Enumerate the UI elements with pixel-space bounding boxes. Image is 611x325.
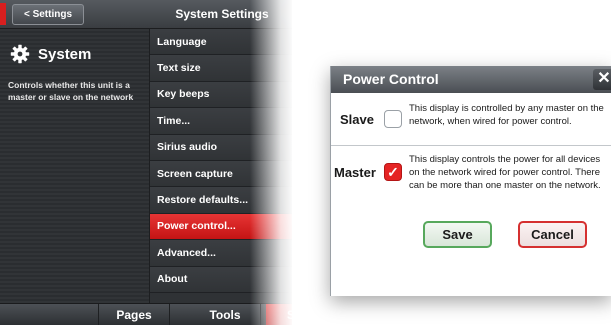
check-icon: ✓ bbox=[387, 164, 399, 180]
master-desc-line-2: on the network wired for power control. … bbox=[409, 167, 600, 178]
menu-item-about[interactable]: About bbox=[150, 266, 292, 293]
slave-desc-line-1: This display is controlled by any master… bbox=[409, 103, 604, 114]
tab-tools[interactable]: Tools bbox=[190, 304, 261, 325]
master-checkbox[interactable]: ✓ bbox=[384, 163, 402, 181]
page-title: System Settings bbox=[175, 7, 269, 21]
system-settings-screen: < Settings System Settings System Contro… bbox=[0, 0, 292, 325]
menu-item-restore-defaults[interactable]: Restore defaults... bbox=[150, 187, 292, 214]
menu-item-key-beeps[interactable]: Key beeps bbox=[150, 81, 292, 109]
side-description: Controls whether this unit is a master o… bbox=[8, 80, 134, 102]
menu-item-advanced[interactable]: Advanced... bbox=[150, 240, 292, 267]
divider bbox=[331, 145, 611, 146]
power-control-dialog: Power Control ✕ Slave This display is co… bbox=[330, 66, 611, 296]
tab-pages[interactable]: Pages bbox=[98, 304, 170, 325]
master-description: This display controls the power for all … bbox=[409, 153, 611, 192]
side-title: System bbox=[38, 45, 92, 63]
side-panel bbox=[0, 29, 149, 303]
tab-settings[interactable]: Se bbox=[266, 304, 292, 325]
slave-desc-line-2: network, when wired for power control. bbox=[409, 116, 572, 127]
master-desc-line-3: can be more than one master on the netwo… bbox=[409, 180, 601, 191]
active-indicator bbox=[0, 3, 6, 25]
top-bar: < Settings System Settings bbox=[0, 0, 292, 29]
dialog-title: Power Control bbox=[331, 66, 611, 93]
settings-menu: Language Text size Key beeps Time... Sir… bbox=[149, 29, 292, 303]
close-icon[interactable]: ✕ bbox=[593, 69, 611, 90]
slave-checkbox[interactable] bbox=[384, 110, 402, 128]
bottom-bar: Pages Tools Se bbox=[0, 303, 292, 325]
save-button[interactable]: Save bbox=[423, 221, 492, 248]
master-desc-line-1: This display controls the power for all … bbox=[409, 154, 601, 165]
menu-item-power-control[interactable]: Power control... bbox=[150, 213, 292, 241]
slave-description: This display is controlled by any master… bbox=[409, 102, 611, 128]
back-to-settings-button[interactable]: < Settings bbox=[12, 4, 84, 25]
menu-item-language[interactable]: Language bbox=[150, 29, 292, 56]
slave-label: Slave bbox=[340, 112, 374, 127]
menu-item-sirius-audio[interactable]: Sirius audio bbox=[150, 134, 292, 161]
menu-item-screen-capture[interactable]: Screen capture bbox=[150, 160, 292, 188]
master-label: Master bbox=[334, 165, 376, 180]
cancel-button[interactable]: Cancel bbox=[518, 221, 587, 248]
menu-item-text-size[interactable]: Text size bbox=[150, 55, 292, 82]
menu-item-time[interactable]: Time... bbox=[150, 108, 292, 135]
side-header: System bbox=[10, 44, 91, 64]
gear-icon bbox=[10, 44, 30, 64]
